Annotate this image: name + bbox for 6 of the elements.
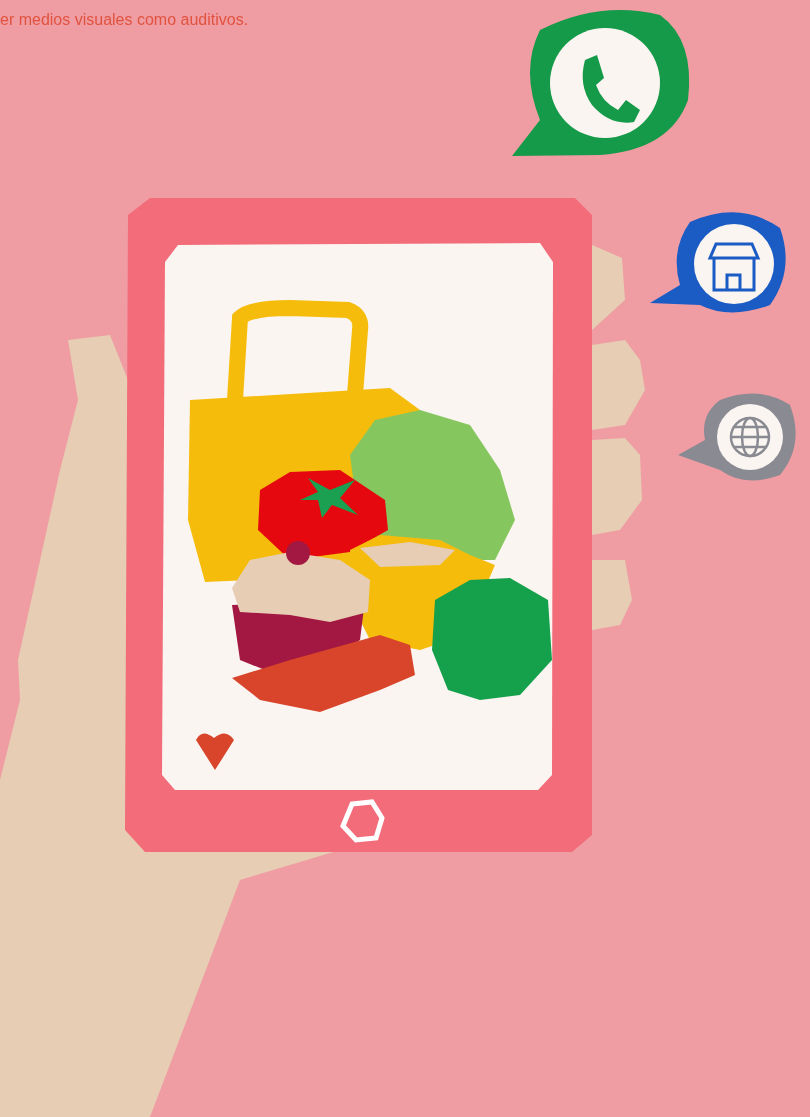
intro-text: er medios visuales como auditivos. [0, 10, 249, 30]
globe-chat-bubble-icon [678, 393, 796, 481]
store-chat-bubble-icon [650, 212, 786, 313]
phone-chat-bubble-icon [512, 10, 690, 156]
home-button-icon [340, 799, 385, 843]
heart-icon [196, 733, 234, 770]
